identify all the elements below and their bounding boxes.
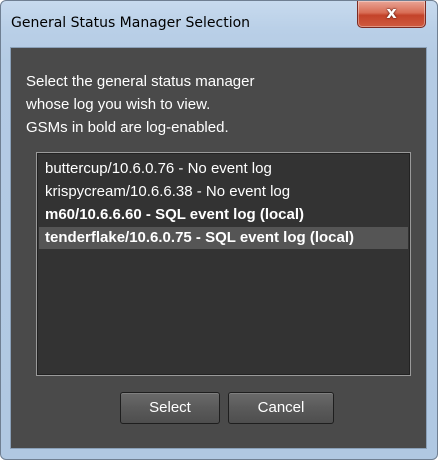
title-bar[interactable]: General Status Manager Selection x bbox=[1, 1, 437, 47]
gsm-list[interactable]: buttercup/10.6.0.76 - No event log krisp… bbox=[36, 152, 411, 376]
window-title: General Status Manager Selection bbox=[11, 15, 251, 31]
select-button[interactable]: Select bbox=[120, 392, 220, 424]
gsm-list-item-m60[interactable]: m60/10.6.6.60 - SQL event log (local) bbox=[39, 204, 408, 226]
gsm-list-item-tenderflake[interactable]: tenderflake/10.6.0.75 - SQL event log (l… bbox=[39, 227, 408, 249]
close-button[interactable]: x bbox=[357, 1, 426, 28]
instruction-line: Select the general status manager bbox=[26, 73, 255, 90]
cancel-button[interactable]: Cancel bbox=[228, 392, 334, 424]
instruction-line: whose log you wish to view. bbox=[26, 96, 211, 113]
instruction-line: GSMs in bold are log-enabled. bbox=[26, 119, 229, 136]
gsm-list-item-krispycream[interactable]: krispycream/10.6.6.38 - No event log bbox=[39, 181, 408, 203]
instruction-text: Select the general status manager whose … bbox=[26, 70, 254, 139]
gsm-list-item-buttercup[interactable]: buttercup/10.6.0.76 - No event log bbox=[39, 158, 408, 180]
close-icon: x bbox=[386, 3, 397, 22]
